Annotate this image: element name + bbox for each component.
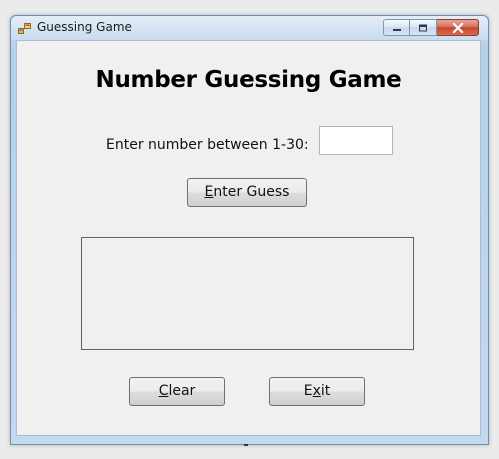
window-frame: Guessing Game Number Guessing Game Enter… xyxy=(10,15,489,445)
clear-label: lear xyxy=(168,383,196,399)
exit-button[interactable]: Exit xyxy=(269,377,365,406)
guess-input[interactable] xyxy=(319,126,393,155)
window-controls xyxy=(383,19,479,37)
taskbar-marker xyxy=(244,444,248,446)
minimize-button[interactable] xyxy=(383,19,410,36)
enter-guess-button[interactable]: Enter Guess xyxy=(187,178,307,207)
minimize-icon xyxy=(392,28,401,31)
result-output-box[interactable] xyxy=(81,237,414,350)
exit-label-start: E xyxy=(303,383,313,399)
form-client-area: Number Guessing Game Enter number betwee… xyxy=(16,40,481,436)
maximize-button[interactable] xyxy=(410,19,437,36)
enter-guess-label: nter Guess xyxy=(213,184,290,200)
exit-label-end: it xyxy=(320,383,331,399)
clear-mnemonic: C xyxy=(158,383,169,399)
close-button[interactable] xyxy=(437,19,479,36)
maximize-icon xyxy=(419,24,427,31)
title-bar[interactable]: Guessing Game xyxy=(11,16,488,40)
clear-button[interactable]: Clear xyxy=(129,377,225,406)
page-title: Number Guessing Game xyxy=(95,67,402,93)
exit-mnemonic: x xyxy=(312,383,321,399)
guess-prompt-label: Enter number between 1-30: xyxy=(106,137,309,153)
window-title: Guessing Game xyxy=(37,20,132,34)
app-icon[interactable] xyxy=(18,21,32,35)
close-icon xyxy=(451,22,464,33)
